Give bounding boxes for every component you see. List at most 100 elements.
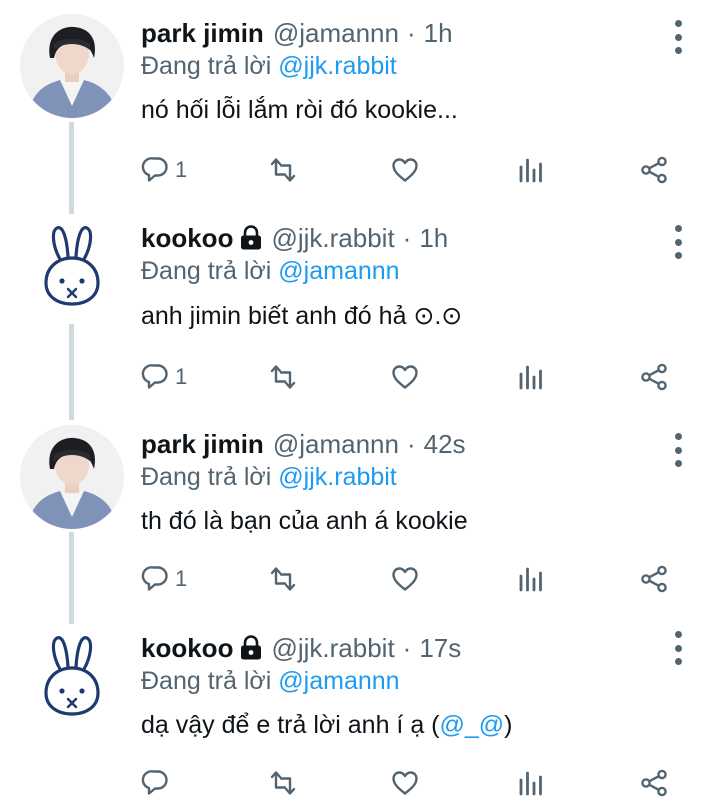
comment-icon	[141, 566, 168, 591]
share-button[interactable]	[639, 763, 669, 803]
separator-dot: ·	[402, 632, 412, 663]
like-icon	[392, 567, 418, 591]
views-button[interactable]	[516, 559, 546, 599]
retweet-button[interactable]	[266, 763, 298, 803]
tweet-text: anh jimin biết anh đó hả ⊙.⊙	[141, 302, 463, 330]
reply-count: 1	[175, 157, 188, 182]
views-icon	[519, 771, 542, 796]
tweet-text-part: )	[504, 711, 513, 739]
user-handle[interactable]: @jjk.rabbit	[271, 223, 394, 254]
views-button[interactable]	[516, 763, 546, 803]
tweet[interactable]: kookoo @jjk.rabbit · 17s Đang trả lời @j…	[0, 619, 720, 797]
replying-to-label: Đang trả lời	[141, 52, 279, 80]
avatar[interactable]	[20, 217, 124, 321]
replying-to-label: Đang trả lời	[141, 463, 279, 491]
reply-button[interactable]: 1	[141, 150, 187, 190]
comment-icon	[141, 770, 168, 795]
tweet-header: kookoo @jjk.rabbit · 17s	[141, 631, 461, 665]
share-icon	[641, 363, 667, 391]
like-icon	[392, 158, 418, 182]
tweet-text: nó hối lỗi lắm ròi đó kookie...	[141, 96, 458, 124]
reply-button[interactable]	[141, 763, 175, 803]
replying-to: Đang trả lời @jamannn	[141, 667, 400, 696]
avatar[interactable]	[20, 425, 124, 529]
action-bar	[0, 763, 720, 803]
action-bar: 1	[0, 357, 720, 397]
timestamp[interactable]: 17s	[419, 633, 461, 664]
separator-dot: ·	[406, 17, 416, 48]
more-icon[interactable]	[668, 225, 688, 259]
avatar[interactable]	[20, 14, 124, 118]
replying-to: Đang trả lời @jjk.rabbit	[141, 52, 397, 81]
tweet-header: park jimin @jamannn · 42s	[141, 427, 466, 461]
like-icon	[392, 771, 418, 795]
replying-to: Đang trả lời @jjk.rabbit	[141, 463, 397, 492]
more-icon[interactable]	[668, 20, 688, 54]
views-icon	[519, 365, 542, 390]
share-button[interactable]	[639, 150, 669, 190]
reply-button[interactable]: 1	[141, 559, 187, 599]
display-name[interactable]: kookoo	[141, 223, 233, 254]
retweet-icon	[270, 771, 296, 795]
like-button[interactable]	[390, 559, 420, 599]
like-button[interactable]	[390, 150, 420, 190]
like-icon	[392, 365, 418, 389]
comment-icon	[141, 364, 168, 389]
tweet-header: kookoo @jjk.rabbit · 1h	[141, 221, 448, 255]
reply-button[interactable]: 1	[141, 357, 187, 397]
action-bar: 1	[0, 150, 720, 190]
display-name[interactable]: kookoo	[141, 633, 233, 664]
retweet-icon	[270, 567, 296, 591]
replying-to-label: Đang trả lời	[141, 257, 279, 285]
timestamp[interactable]: 1h	[419, 223, 448, 254]
tweet-header: park jimin @jamannn · 1h	[141, 16, 453, 50]
reply-count: 1	[175, 364, 188, 389]
reply-count: 1	[175, 566, 188, 591]
mention-link[interactable]: @jamannn	[278, 667, 399, 695]
mention-link[interactable]: @_@	[440, 711, 505, 739]
views-button[interactable]	[516, 150, 546, 190]
tweet[interactable]: park jimin @jamannn · 42s Đang trả lời @…	[0, 413, 720, 619]
share-button[interactable]	[639, 357, 669, 397]
user-handle[interactable]: @jamannn	[273, 18, 399, 49]
share-icon	[641, 156, 667, 184]
user-handle[interactable]: @jamannn	[273, 429, 399, 460]
more-icon[interactable]	[668, 433, 688, 467]
separator-dot: ·	[406, 428, 416, 459]
retweet-icon	[270, 158, 296, 182]
user-handle[interactable]: @jjk.rabbit	[271, 633, 394, 664]
like-button[interactable]	[390, 357, 420, 397]
views-icon	[519, 567, 542, 592]
share-icon	[641, 769, 667, 797]
display-name[interactable]: park jimin	[141, 429, 264, 460]
avatar[interactable]	[20, 627, 124, 731]
separator-dot: ·	[402, 222, 412, 253]
lock-icon	[239, 635, 263, 661]
comment-icon	[141, 157, 168, 182]
mention-link[interactable]: @jjk.rabbit	[278, 52, 396, 80]
more-icon[interactable]	[668, 631, 688, 665]
tweet-text: th đó là bạn của anh á kookie	[141, 507, 468, 535]
lock-icon	[239, 225, 263, 251]
tweet-text-part: dạ vậy để e trả lời anh í ạ (	[141, 711, 440, 739]
retweet-button[interactable]	[266, 559, 298, 599]
replying-to: Đang trả lời @jamannn	[141, 257, 400, 286]
share-button[interactable]	[639, 559, 669, 599]
retweet-button[interactable]	[266, 150, 298, 190]
replying-to-label: Đang trả lời	[141, 667, 279, 695]
timestamp[interactable]: 42s	[424, 429, 466, 460]
retweet-icon	[270, 365, 296, 389]
mention-link[interactable]: @jjk.rabbit	[278, 463, 396, 491]
display-name[interactable]: park jimin	[141, 18, 264, 49]
retweet-button[interactable]	[266, 357, 298, 397]
tweet-text: dạ vậy để e trả lời anh í ạ (@_@)	[141, 711, 513, 740]
tweet[interactable]: kookoo @jjk.rabbit · 1h Đang trả lời @ja…	[0, 205, 720, 413]
share-icon	[641, 565, 667, 593]
timestamp[interactable]: 1h	[424, 18, 453, 49]
tweet[interactable]: park jimin @jamannn · 1h Đang trả lời @j…	[0, 0, 720, 205]
action-bar: 1	[0, 559, 720, 599]
mention-link[interactable]: @jamannn	[278, 257, 399, 285]
like-button[interactable]	[390, 763, 420, 803]
views-button[interactable]	[516, 357, 546, 397]
views-icon	[519, 158, 542, 183]
